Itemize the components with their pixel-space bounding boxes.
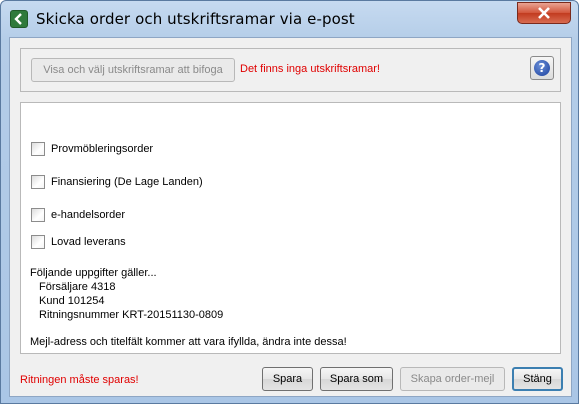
unsaved-drawing-warning: Ritningen måste sparas! <box>20 374 139 386</box>
app-icon <box>10 10 28 28</box>
info-heading: Följande uppgifter gäller... <box>30 267 157 279</box>
option-label: Finansiering (De Lage Landen) <box>51 176 203 188</box>
window-close-button[interactable] <box>517 2 571 24</box>
select-print-frames-button[interactable]: Visa och välj utskriftsramar att bifoga <box>31 58 235 82</box>
dialog-body: Visa och välj utskriftsramar att bifoga … <box>9 37 572 397</box>
help-icon: ? <box>534 60 550 76</box>
close-icon <box>538 7 550 19</box>
window-title: Skicka order och utskriftsramar via e-po… <box>36 10 355 28</box>
option-label: e-handelsorder <box>51 209 125 221</box>
attachment-panel: Visa och välj utskriftsramar att bifoga … <box>20 48 561 92</box>
no-print-frames-warning: Det finns inga utskriftsramar! <box>240 63 380 75</box>
title-bar[interactable]: Skicka order och utskriftsramar via e-po… <box>1 1 579 37</box>
create-order-mail-button[interactable]: Skapa order-mejl <box>400 367 505 391</box>
close-button[interactable]: Stäng <box>512 367 563 391</box>
info-customer: Kund 101254 <box>39 295 105 307</box>
info-drawing-number: Ritningsnummer KRT-20151130-0809 <box>39 309 224 321</box>
save-button[interactable]: Spara <box>262 367 313 391</box>
info-seller: Försäljare 4318 <box>39 281 116 293</box>
option-finansiering[interactable]: Finansiering (De Lage Landen) <box>31 174 203 190</box>
option-ehandel[interactable]: e-handelsorder <box>31 207 125 223</box>
dialog-window: Skicka order och utskriftsramar via e-po… <box>0 0 579 404</box>
option-lovad-leverans[interactable]: Lovad leverans <box>31 234 126 250</box>
option-label: Lovad leverans <box>51 236 126 248</box>
order-options-panel: Provmöbleringsorder Finansiering (De Lag… <box>20 102 561 354</box>
checkbox-provmoblering[interactable] <box>31 142 45 156</box>
help-button[interactable]: ? <box>530 56 554 80</box>
option-provmoblering[interactable]: Provmöbleringsorder <box>31 141 153 157</box>
checkbox-lovad-leverans[interactable] <box>31 235 45 249</box>
save-as-button[interactable]: Spara som <box>320 367 393 391</box>
info-note: Mejl-adress och titelfält kommer att var… <box>30 336 347 348</box>
checkbox-ehandel[interactable] <box>31 208 45 222</box>
option-label: Provmöbleringsorder <box>51 143 154 155</box>
checkbox-finansiering[interactable] <box>31 175 45 189</box>
